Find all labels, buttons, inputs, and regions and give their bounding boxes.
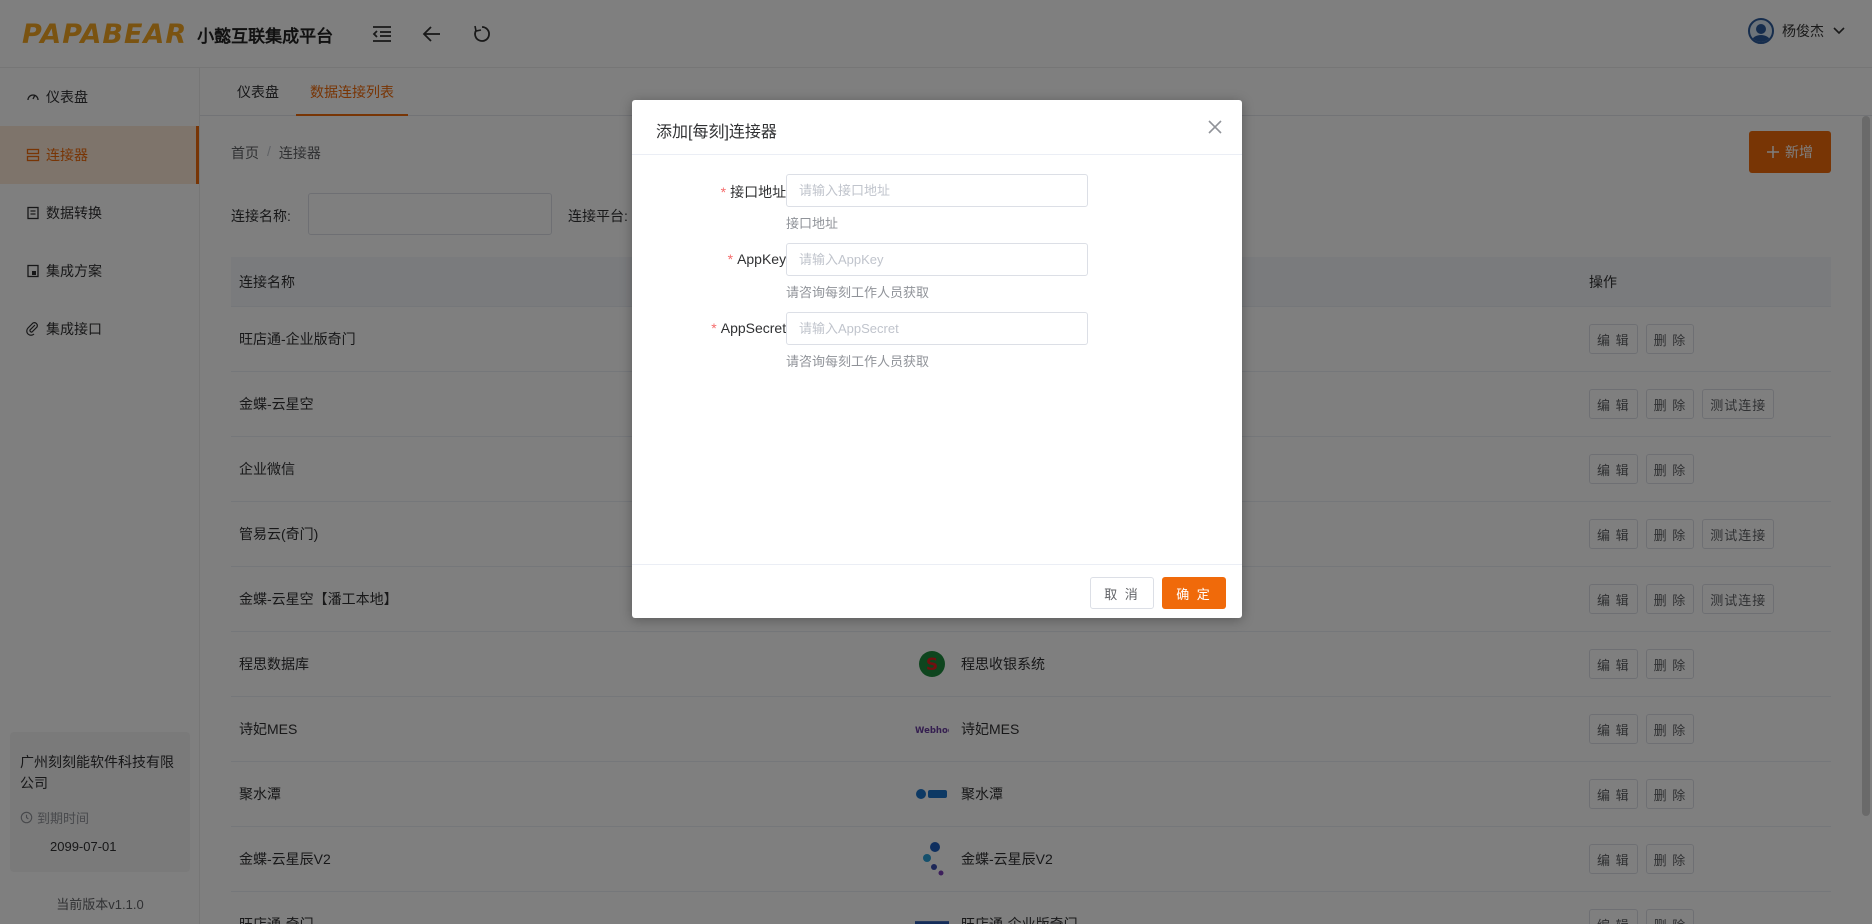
appkey-hint: 请咨询每刻工作人员获取: [786, 285, 930, 300]
add-connector-dialog: 添加[每刻]连接器 *接口地址: 接口地址 *AppKey: 请咨询每刻工作人员…: [632, 100, 1242, 618]
appsecret-hint: 请咨询每刻工作人员获取: [786, 354, 930, 369]
appkey-input[interactable]: [786, 243, 1088, 276]
dialog-header: 添加[每刻]连接器: [632, 100, 1242, 155]
cancel-button[interactable]: 取 消: [1090, 577, 1154, 609]
close-icon[interactable]: [1206, 118, 1224, 136]
confirm-button[interactable]: 确 定: [1162, 577, 1226, 609]
endpoint-input[interactable]: [786, 174, 1088, 207]
dialog-title: 添加[每刻]连接器: [656, 124, 777, 141]
appsecret-input[interactable]: [786, 312, 1088, 345]
appkey-label: * AppKey:: [727, 251, 790, 267]
endpoint-label: * 接口地址:: [720, 184, 790, 200]
appsecret-label: * AppSecret:: [711, 320, 790, 336]
endpoint-hint: 接口地址: [786, 216, 839, 231]
dialog-footer: 取 消 确 定: [632, 564, 1242, 618]
